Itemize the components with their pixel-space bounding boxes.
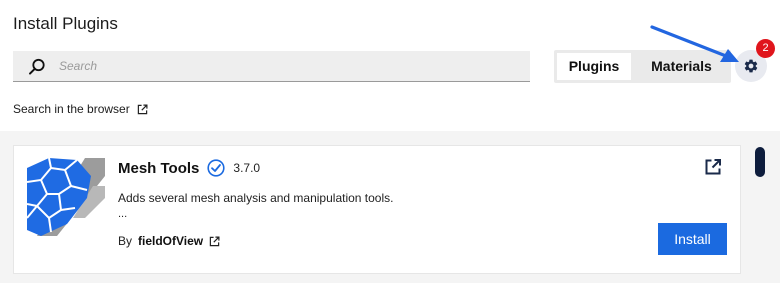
mesh-tools-logo-icon xyxy=(27,158,105,236)
annotation-arrow-icon xyxy=(650,25,739,62)
search-input[interactable] xyxy=(59,51,519,81)
search-bar[interactable] xyxy=(13,51,530,82)
plugin-name: Mesh Tools xyxy=(118,159,200,177)
plugin-version: 3.7.0 xyxy=(233,161,261,175)
notification-badge: 2 xyxy=(756,39,775,58)
by-label: By xyxy=(118,234,133,248)
author-link[interactable]: fieldOfView xyxy=(138,234,203,248)
page-title: Install Plugins xyxy=(13,14,118,33)
plugin-card[interactable]: Mesh Tools 3.7.0 Adds several mesh analy… xyxy=(13,145,741,274)
verified-check-icon xyxy=(207,159,226,177)
search-in-browser-link[interactable]: Search in the browser xyxy=(13,102,148,116)
external-link-icon xyxy=(137,104,148,114)
scrollbar-thumb[interactable] xyxy=(755,147,765,177)
tab-plugins[interactable]: Plugins xyxy=(557,53,631,80)
plugin-author: By fieldOfView xyxy=(118,234,220,248)
open-external-icon[interactable] xyxy=(704,158,722,176)
install-button[interactable]: Install xyxy=(658,223,727,255)
plugin-description: Adds several mesh analysis and manipulat… xyxy=(118,191,394,205)
description-more: ... xyxy=(118,208,128,220)
search-icon xyxy=(29,58,45,75)
external-link-icon[interactable] xyxy=(209,236,220,247)
browser-link-label: Search in the browser xyxy=(13,102,130,116)
